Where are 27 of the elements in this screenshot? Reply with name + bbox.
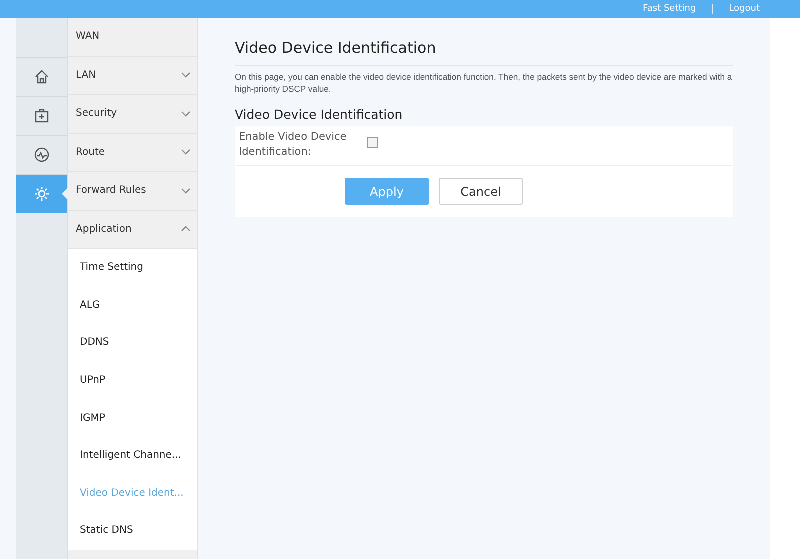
menu-item[interactable]: Security xyxy=(68,95,197,134)
page-title: Video Device Identification xyxy=(235,36,733,66)
submenu-item[interactable]: ALG xyxy=(68,286,197,324)
menu-item[interactable]: WAN xyxy=(68,18,197,56)
chevron-up-icon xyxy=(181,226,191,232)
submenu-item[interactable]: IGMP xyxy=(68,399,197,437)
chevron-down-icon xyxy=(181,149,191,156)
settings-icon[interactable] xyxy=(34,186,50,202)
submenu-item[interactable]: UPnP xyxy=(68,362,197,400)
checkbox[interactable] xyxy=(367,137,378,148)
chevron-down-icon xyxy=(181,72,191,78)
page-description: On this page, you can enable the video device identification function. Then, the packets sent by the video device are marked with a high-priority DSCP value. xyxy=(235,72,733,95)
gauge-icon[interactable] xyxy=(34,147,50,163)
home-icon[interactable] xyxy=(34,69,50,85)
menu-item[interactable]: Forward Rules xyxy=(68,172,197,210)
chevron-down-icon xyxy=(181,188,191,194)
submenu-item[interactable]: Intelligent Channe... xyxy=(68,436,197,475)
section-title: Video Device Identification xyxy=(235,107,404,122)
chevron-down-icon xyxy=(181,110,191,117)
submenu-item[interactable]: Time Setting xyxy=(68,249,197,287)
medkit-icon[interactable] xyxy=(34,108,50,124)
submenu-item[interactable]: Static DNS xyxy=(68,512,197,550)
submenu-item[interactable]: DDNS xyxy=(68,324,197,362)
menu-item[interactable]: Route xyxy=(68,134,197,172)
menu-item[interactable]: LAN xyxy=(68,56,197,95)
cancel-button[interactable]: Cancel xyxy=(439,178,523,205)
field-label: Enable Video Device Identification: xyxy=(239,130,348,160)
